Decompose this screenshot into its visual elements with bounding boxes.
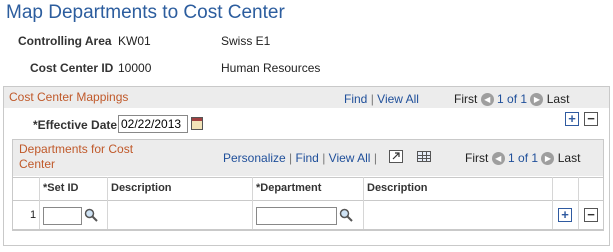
- separator: |: [322, 151, 326, 165]
- left-arrow-icon[interactable]: ◀: [480, 93, 494, 107]
- mappings-pager: First ◀ 1 of 1 ▶ Last: [454, 92, 570, 107]
- mappings-last-label: Last: [546, 92, 570, 106]
- grid-range[interactable]: 1 of 1: [508, 151, 538, 165]
- cost-center-label: Cost Center ID: [30, 61, 114, 75]
- controlling-area-label: Controlling Area: [18, 34, 112, 48]
- mappings-find-link[interactable]: Find: [344, 92, 367, 106]
- column-header-department: *Department: [256, 182, 322, 194]
- grid-view-all-link[interactable]: View All: [329, 151, 371, 165]
- column-divider: [252, 177, 253, 230]
- row-divider: [13, 229, 603, 230]
- mappings-view-all-link[interactable]: View All: [377, 92, 419, 106]
- calendar-icon[interactable]: [191, 117, 203, 130]
- delete-row-button[interactable]: −: [584, 112, 598, 126]
- mappings-title: Cost Center Mappings: [9, 90, 129, 104]
- column-divider: [578, 177, 579, 230]
- grid-download-icon[interactable]: [417, 151, 431, 162]
- grid-find-link[interactable]: Find: [296, 151, 319, 165]
- column-divider: [107, 177, 108, 230]
- setid-input[interactable]: [43, 207, 82, 225]
- column-header-description: Description: [367, 182, 428, 194]
- effective-date-label: *Effective Date: [33, 118, 118, 132]
- column-header-description: Description: [111, 182, 172, 194]
- controlling-area-desc: Swiss E1: [221, 34, 271, 48]
- magnifier-icon[interactable]: [339, 208, 353, 222]
- cost-center-desc: Human Resources: [221, 61, 321, 75]
- grid-nav-links: Personalize | Find | View All |: [223, 151, 377, 165]
- effective-date-input[interactable]: [118, 115, 188, 133]
- zoom-icon[interactable]: [389, 150, 403, 163]
- add-row-button[interactable]: +: [565, 112, 579, 126]
- right-arrow-icon[interactable]: ▶: [530, 93, 544, 107]
- cost-center-code: 10000: [118, 61, 152, 75]
- grid-personalize-link[interactable]: Personalize: [223, 151, 286, 165]
- magnifier-icon[interactable]: [84, 208, 98, 222]
- column-divider: [39, 177, 40, 230]
- separator: |: [373, 151, 377, 165]
- delete-grid-row-button[interactable]: −: [584, 208, 598, 222]
- grid-first-label: First: [465, 151, 489, 165]
- mappings-range[interactable]: 1 of 1: [497, 92, 527, 106]
- column-header-setid: *Set ID: [43, 182, 79, 194]
- grid-last-label: Last: [557, 151, 581, 165]
- separator: |: [370, 92, 374, 106]
- mappings-first-label: First: [454, 92, 478, 106]
- grid-title: Departments for Cost Center: [19, 142, 134, 171]
- separator: |: [289, 151, 293, 165]
- department-input[interactable]: [256, 207, 337, 225]
- add-grid-row-button[interactable]: +: [558, 208, 572, 222]
- column-divider: [552, 177, 553, 230]
- row-number: 1: [30, 209, 37, 221]
- controlling-area-code: KW01: [118, 34, 151, 48]
- right-arrow-icon[interactable]: ▶: [541, 152, 555, 166]
- mappings-nav-links: Find | View All: [344, 92, 419, 106]
- page-title: Map Departments to Cost Center: [6, 2, 285, 23]
- grid-pager: First ◀ 1 of 1 ▶ Last: [465, 151, 581, 166]
- left-arrow-icon[interactable]: ◀: [491, 152, 505, 166]
- column-divider: [363, 177, 364, 230]
